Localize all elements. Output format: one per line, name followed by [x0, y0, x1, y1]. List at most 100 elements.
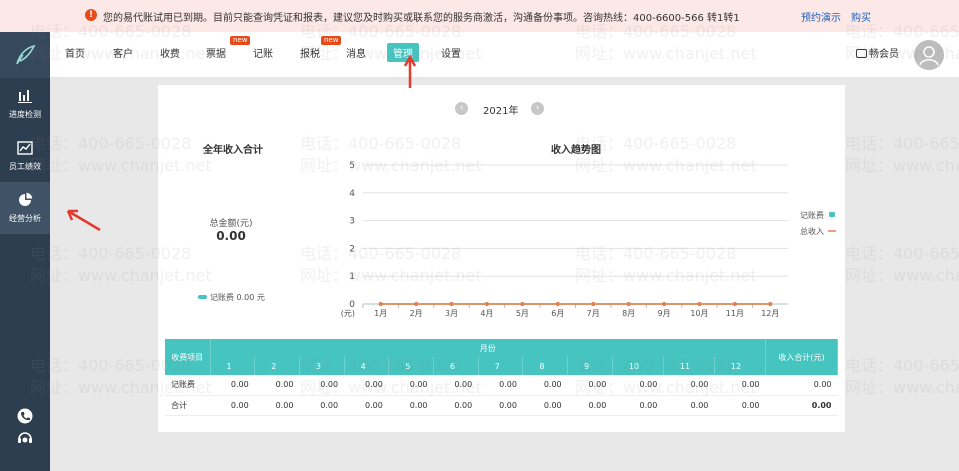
table-cell: 0.00 — [433, 395, 479, 416]
line-chart-icon — [17, 141, 33, 155]
month-header: 4 — [344, 357, 390, 375]
month-header: 11 — [663, 357, 715, 375]
x-tick-label: 7月 — [587, 309, 600, 318]
sidebar-item-analysis[interactable]: 经营分析 — [0, 182, 50, 234]
x-tick-label: 12月 — [761, 309, 779, 318]
x-tick-label: 5月 — [516, 309, 529, 318]
income-table: 收费项目 月份 收入合计(元) 1 2 3 4 5 6 7 8 9 10 11 12 记账费 0.00 0.0… — [165, 339, 838, 416]
table-cell: 0.00 — [210, 375, 255, 396]
month-header: 7 — [478, 357, 524, 375]
month-header: 10 — [612, 357, 664, 375]
x-tick-label: 8月 — [622, 309, 635, 318]
new-badge: new — [321, 36, 342, 45]
sidebar-item-label: 经营分析 — [9, 214, 41, 223]
business-analysis-panel: ‹ 2021年 › 全年收入合计 总金额(元) 0.00 记账费 0.00 元 … — [158, 85, 845, 432]
y-tick-label: 5 — [349, 161, 355, 171]
table-cell: 0.00 — [663, 395, 715, 416]
legend-label: 总收入 — [800, 226, 824, 236]
watermark-text: 网址：www.chanjet.net — [845, 266, 959, 285]
legend-swatch — [829, 212, 835, 217]
table-cell: 0.00 — [567, 375, 613, 396]
table-row: 记账费 0.00 0.00 0.00 0.00 0.00 0.00 0.00 0.00 0.00 0… — [165, 375, 838, 396]
month-header: 5 — [388, 357, 435, 375]
annotation-arrow — [66, 209, 101, 232]
watermark-text: 网址：www.chanjet.net — [845, 378, 959, 397]
logo[interactable] — [0, 32, 50, 78]
month-header: 3 — [299, 357, 345, 375]
tv-icon — [856, 49, 867, 58]
user-icon — [919, 46, 939, 66]
top-nav: 首页 客户 收费 票据 new 记账 报税 new 消息 管理 设置 畅会员 — [0, 32, 959, 78]
x-tick-label: 11月 — [726, 309, 744, 318]
book-demo-link[interactable]: 预约演示 — [801, 9, 841, 24]
y-tick-label: 2 — [349, 244, 355, 254]
month-header: 9 — [567, 357, 613, 375]
nav-customers[interactable]: 客户 — [113, 45, 133, 60]
new-badge: new — [230, 36, 251, 45]
data-point — [414, 302, 419, 306]
watermark-text: 电话：400-665-0028 — [845, 244, 959, 263]
y-tick-label: 4 — [349, 189, 355, 199]
x-tick-label: 10月 — [690, 309, 708, 318]
x-tick-label: 9月 — [657, 309, 670, 318]
table-cell: 0.00 — [478, 375, 523, 396]
sidebar-item-performance[interactable]: 员工绩效 — [0, 130, 50, 182]
month-header: 12 — [714, 357, 767, 375]
table-cell: 0.00 — [299, 375, 345, 396]
buy-link[interactable]: 购买 — [851, 9, 871, 24]
avatar[interactable] — [914, 40, 944, 70]
row-name: 合计 — [165, 395, 210, 416]
nav-home[interactable]: 首页 — [65, 45, 85, 60]
nav-tax[interactable]: 报税 — [300, 45, 320, 60]
nav-management[interactable]: 管理 — [387, 43, 419, 62]
table-row: 合计 0.00 0.00 0.00 0.00 0.00 0.00 0.00 0.00 0.00 0.… — [165, 395, 838, 416]
headset-icon[interactable] — [17, 430, 33, 446]
month-header: 8 — [522, 357, 569, 375]
watermark-text: 电话：400-665-0028 — [845, 134, 959, 153]
watermark-text: 网址：www.chanjet.net — [845, 156, 959, 175]
col-total-header: 收入合计(元) — [765, 339, 838, 375]
nav-billing[interactable]: 收费 — [160, 45, 180, 60]
data-point — [768, 302, 773, 306]
table-cell: 0.00 — [210, 395, 255, 416]
bar-chart-icon — [18, 90, 32, 103]
expiry-notice-bar: ! 您的易代账试用已到期。目前只能查询凭证和报表，建议您及时购买或联系您的服务商… — [0, 0, 959, 32]
vip-member[interactable]: 畅会员 — [856, 45, 899, 60]
data-point — [591, 302, 596, 306]
table-cell: 0.00 — [344, 395, 389, 416]
table-cell: 0.00 — [299, 395, 345, 416]
phone-icon[interactable] — [17, 408, 33, 424]
table-cell: 0.00 — [522, 375, 568, 396]
pie-chart-icon — [19, 192, 33, 206]
data-point — [626, 302, 631, 306]
col-item-header: 收费项目 — [165, 339, 211, 375]
table-cell: 0.00 — [714, 375, 766, 396]
watermark-text: 电话：400-665-0028 — [845, 356, 959, 375]
sidebar-item-progress[interactable]: 进度检测 — [0, 78, 50, 130]
table-cell: 0.00 — [254, 395, 300, 416]
nav-bookkeeping[interactable]: 记账 — [253, 45, 273, 60]
data-point — [732, 302, 737, 306]
table-cell: 0.00 — [612, 395, 664, 416]
nav-receipts[interactable]: 票据 — [206, 45, 226, 60]
nav-messages[interactable]: 消息 — [346, 45, 366, 60]
x-tick-label: 2月 — [410, 309, 423, 318]
month-header: 6 — [433, 357, 479, 375]
y-tick-label: 1 — [349, 272, 355, 282]
table-cell: 0.00 — [663, 375, 715, 396]
x-tick-label: 4月 — [480, 309, 493, 318]
nav-settings[interactable]: 设置 — [441, 45, 461, 60]
row-total: 0.00 — [765, 395, 838, 416]
table-cell: 0.00 — [522, 395, 568, 416]
legend-label: 记账费 — [800, 210, 824, 220]
y-axis-label: (元) — [341, 309, 355, 318]
x-tick-label: 3月 — [445, 309, 458, 318]
table-cell: 0.00 — [344, 375, 389, 396]
table-cell: 0.00 — [478, 395, 523, 416]
income-trend-chart: 012345(元) 1月 2月 3月 4月 5月 6月 7月 8月 9月 10月 11月 12月记账费总… — [341, 161, 836, 318]
vip-label: 畅会员 — [869, 49, 899, 60]
table-cell: 0.00 — [714, 395, 766, 416]
table-cell: 0.00 — [433, 375, 479, 396]
data-point — [449, 302, 454, 306]
sidebar: 进度检测 员工绩效 经营分析 — [0, 32, 50, 471]
